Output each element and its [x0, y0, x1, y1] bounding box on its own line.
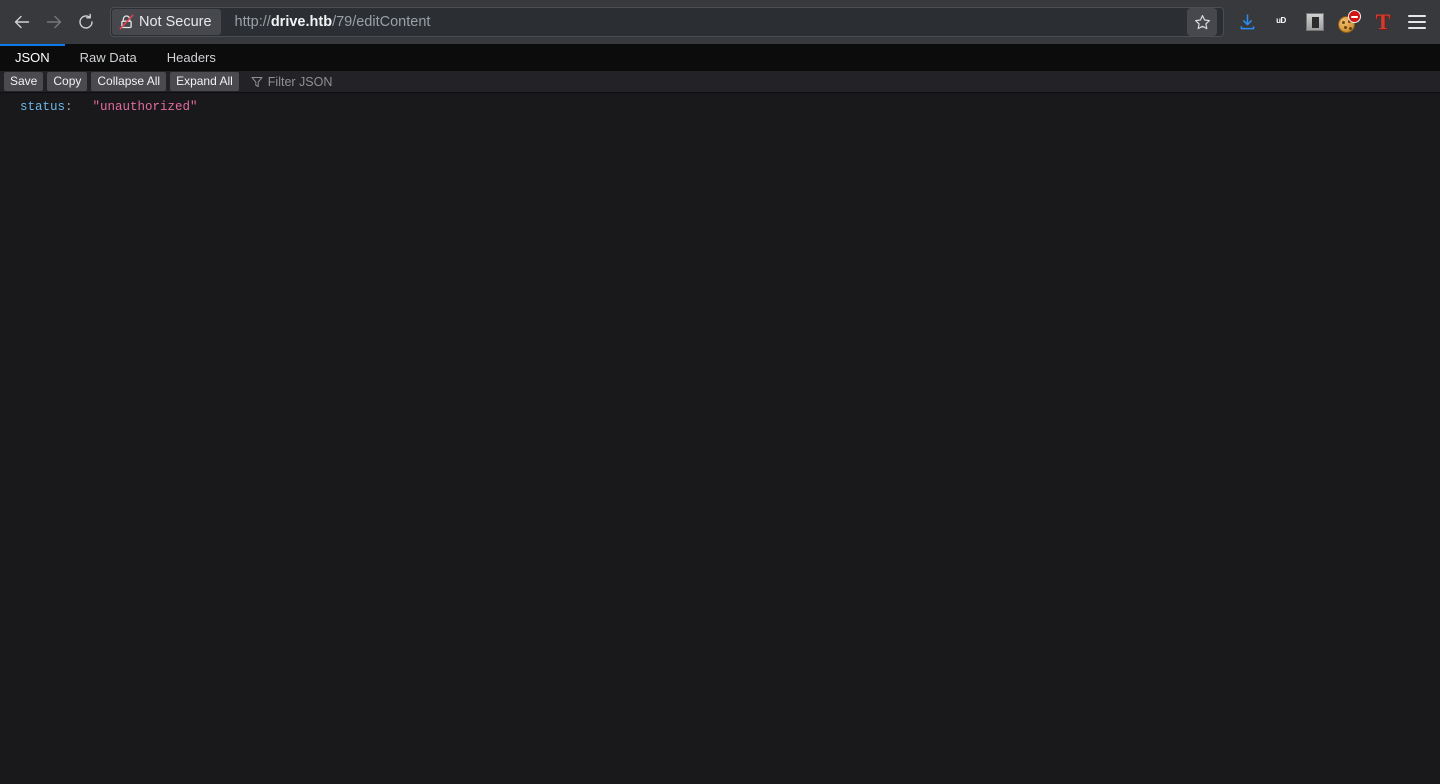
tampermonkey-icon: T [1375, 9, 1391, 34]
json-viewer-toolbar: Save Copy Collapse All Expand All Filter… [0, 71, 1440, 93]
tab-json[interactable]: JSON [0, 44, 65, 71]
tampermonkey-button[interactable]: T [1366, 6, 1400, 38]
expand-all-button[interactable]: Expand All [170, 72, 239, 91]
reload-icon [79, 13, 93, 29]
url-input[interactable]: http://drive.htb/79/editContent [221, 14, 1187, 30]
site-identity-label: Not Secure [139, 14, 212, 30]
filter-json-input[interactable]: Filter JSON [251, 75, 1436, 89]
site-identity-button[interactable]: Not Secure [112, 9, 221, 35]
json-value: "unauthorized" [92, 100, 198, 114]
url-path: /79/editContent [332, 14, 431, 30]
ublock-badge-text: uD [1276, 16, 1286, 25]
tab-headers[interactable]: Headers [152, 44, 231, 71]
url-scheme: http:// [234, 14, 271, 30]
cookie-blocker-icon [1338, 10, 1361, 33]
json-colon: : [65, 100, 73, 114]
forward-arrow-icon [46, 15, 62, 29]
json-viewer-tabbar: JSON Raw Data Headers [0, 44, 1440, 71]
extension-grey-square-icon [1306, 13, 1324, 31]
downloads-button[interactable] [1230, 6, 1264, 38]
app-menu-button[interactable] [1400, 6, 1434, 38]
browser-toolbar: Not Secure http://drive.htb/79/editConte… [0, 0, 1440, 44]
ublock-origin-button[interactable]: uD [1264, 6, 1298, 38]
extension-grey-square-button[interactable] [1298, 6, 1332, 38]
tab-raw-data-label: Raw Data [79, 50, 137, 65]
cookie-blocker-button[interactable] [1332, 6, 1366, 38]
save-button[interactable]: Save [4, 72, 44, 91]
ublock-origin-icon: uD [1271, 12, 1291, 33]
app-menu-icon [1408, 11, 1426, 33]
tab-headers-label: Headers [166, 50, 216, 65]
back-button[interactable] [6, 6, 38, 38]
url-host: drive.htb [270, 14, 333, 30]
json-viewer: JSON Raw Data Headers Save Copy Collapse… [0, 44, 1440, 784]
filter-json-placeholder: Filter JSON [267, 74, 333, 89]
bookmark-button[interactable] [1187, 8, 1217, 36]
reload-button[interactable] [70, 6, 102, 38]
back-arrow-icon [14, 15, 30, 29]
tab-json-label: JSON [15, 50, 50, 65]
copy-button[interactable]: Copy [47, 72, 88, 91]
collapse-all-button[interactable]: Collapse All [91, 72, 167, 91]
funnel-icon [251, 76, 263, 87]
lock-slashed-icon [119, 14, 134, 30]
json-row[interactable]: status: "unauthorized" [0, 98, 1440, 116]
json-key: status [20, 100, 66, 114]
json-content: status: "unauthorized" [0, 93, 1440, 784]
downloads-icon [1240, 13, 1254, 29]
bookmark-star-icon [1194, 14, 1210, 29]
tab-raw-data[interactable]: Raw Data [65, 44, 152, 71]
forward-button[interactable] [38, 6, 70, 38]
address-bar[interactable]: Not Secure http://drive.htb/79/editConte… [110, 7, 1224, 37]
